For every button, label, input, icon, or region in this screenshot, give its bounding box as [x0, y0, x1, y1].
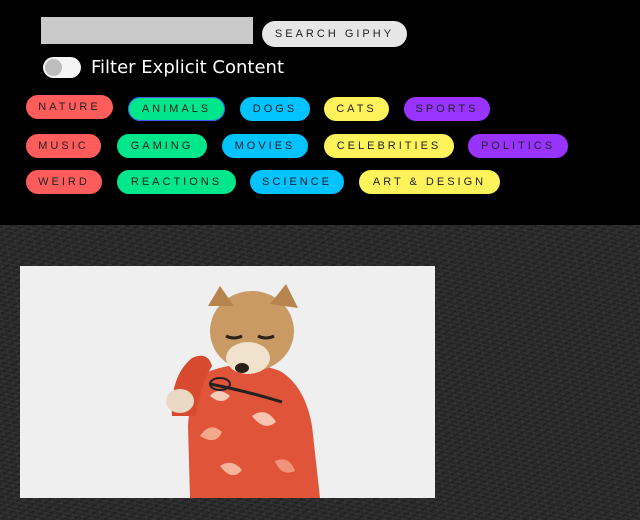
filter-explicit-label: Filter Explicit Content	[91, 57, 285, 78]
category-politics[interactable]: POLITICS	[468, 134, 568, 158]
category-movies[interactable]: MOVIES	[222, 134, 308, 158]
category-sports[interactable]: SPORTS	[404, 97, 490, 121]
category-art-design[interactable]: ART & DESIGN	[359, 170, 500, 194]
category-animals[interactable]: ANIMALS	[128, 97, 225, 121]
search-input[interactable]	[41, 17, 253, 44]
shiba-dog-gif-image	[20, 266, 435, 498]
explicit-filter-toggle[interactable]	[43, 57, 81, 78]
category-nature[interactable]: NATURE	[26, 95, 113, 119]
category-weird[interactable]: WEIRD	[26, 170, 102, 194]
gif-result[interactable]	[20, 266, 435, 498]
category-science[interactable]: SCIENCE	[250, 170, 344, 194]
category-dogs[interactable]: DOGS	[240, 97, 310, 121]
toggle-knob	[45, 59, 62, 76]
category-gaming[interactable]: GAMING	[117, 134, 207, 158]
search-giphy-button[interactable]: SEARCH GIPHY	[262, 21, 407, 47]
category-reactions[interactable]: REACTIONS	[117, 170, 236, 194]
category-cats[interactable]: CATS	[324, 97, 389, 121]
header-bar: SEARCH GIPHY Filter Explicit Content NAT…	[0, 0, 640, 225]
category-celebrities[interactable]: CELEBRITIES	[324, 134, 454, 158]
category-music[interactable]: MUSIC	[26, 134, 101, 158]
